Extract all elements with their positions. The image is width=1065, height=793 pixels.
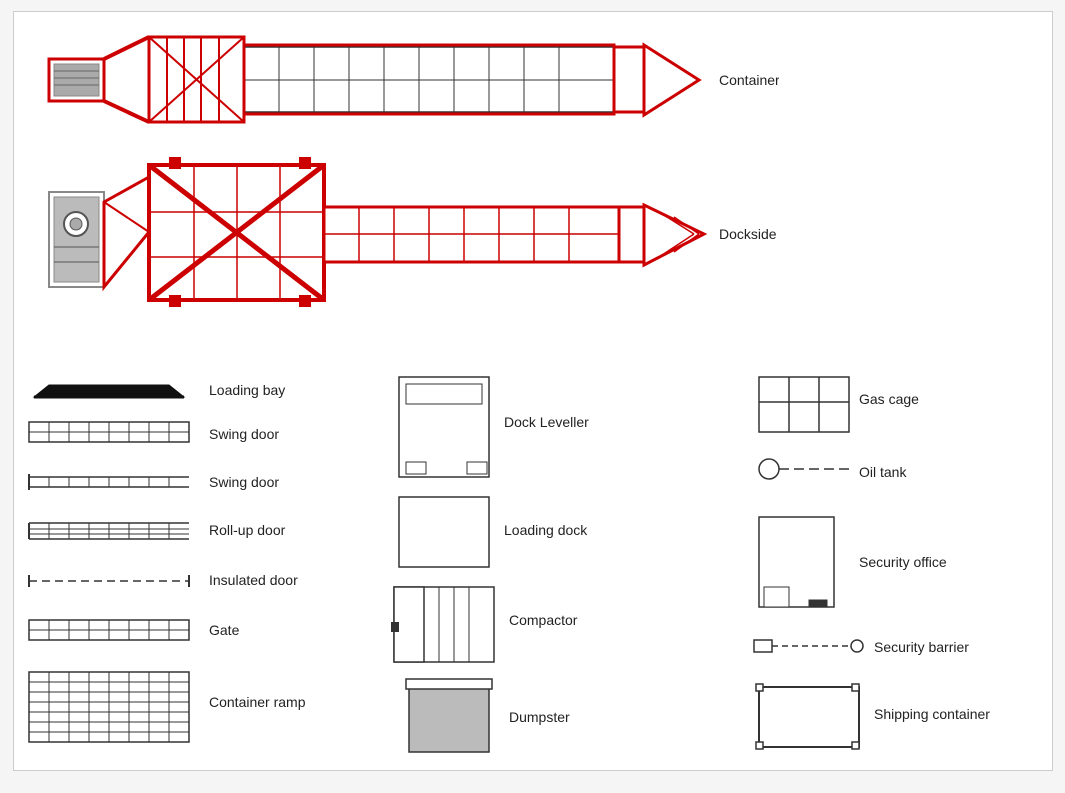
legend-col1: Loading bay Swing door [19,367,359,762]
svg-text:Gas cage: Gas cage [859,391,919,407]
svg-text:Gate: Gate [209,622,240,638]
svg-text:Loading bay: Loading bay [209,382,285,398]
crane-diagrams: Container crane [19,17,779,362]
svg-text:Dumpster: Dumpster [509,709,570,725]
svg-text:Swing door: Swing door [209,426,279,442]
svg-text:Roll-up door: Roll-up door [209,522,286,538]
svg-text:Oil tank: Oil tank [859,464,907,480]
svg-text:Security barrier: Security barrier [874,639,969,655]
svg-text:Container crane: Container crane [719,72,779,88]
svg-text:Shipping container: Shipping container [874,706,990,722]
svg-text:Dockside crane: Dockside crane [719,226,779,242]
svg-text:Insulated door: Insulated door [209,572,298,588]
svg-text:Swing door: Swing door [209,474,279,490]
svg-text:Security office: Security office [859,554,947,570]
svg-text:Dock Leveller: Dock Leveller [504,414,589,430]
svg-text:Loading dock: Loading dock [504,522,588,538]
legend-col2: Dock Leveller Loading dock Compactor [384,367,664,762]
svg-text:Container ramp: Container ramp [209,694,306,710]
legend-col3: Gas cage Oil tank Security office [744,367,1024,762]
main-container: Container crane [13,11,1053,771]
svg-text:Compactor: Compactor [509,612,578,628]
